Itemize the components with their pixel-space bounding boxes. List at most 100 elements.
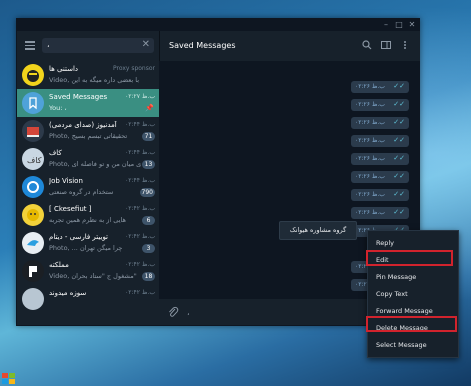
unread-badge: 18 (142, 272, 155, 281)
chat-preview: Photo, ... چرا میگن تهران (49, 244, 123, 252)
chat-item[interactable]: (صدای مردمی) آمدنیوز ب.ظ ۰۲:۴۴ Photo, تح… (17, 117, 159, 145)
chat-header: Saved Messages (159, 31, 420, 61)
read-checkmarks-icon: ✓✓ (393, 172, 405, 180)
chat-preview: Photo, فاصله ای میان من و تو فاصله ای (49, 160, 141, 168)
chat-time: ب.ظ ۰۲:۴۲ (125, 205, 155, 212)
chat-item[interactable]: مملکته ب.ظ ۰۲:۴۲ Video, مشغول ج "ستاد بح… (17, 257, 159, 285)
chat-time: ب.ظ ۰۲:۴۲ (125, 233, 155, 240)
clear-search-icon[interactable]: ✕ (142, 39, 150, 50)
chat-avatar (22, 176, 44, 198)
chat-item[interactable]: سوزه میدوند ب.ظ ۰۲:۴۲ (17, 285, 159, 313)
message-time: ب.ظ ۰۲:۲۶ (355, 191, 385, 198)
close-button[interactable]: ✕ (407, 20, 417, 30)
chat-time: ب.ظ ۰۲:۴۲ (125, 289, 155, 296)
chat-avatar (22, 288, 44, 310)
chat-tooltip: گروه مشاوره هیوانک (279, 221, 357, 240)
chat-preview: Photo, تحقیقاتی تبسم بسیج (49, 132, 128, 140)
message-time: ب.ظ ۰۲:۲۶ (355, 209, 385, 216)
chat-name: توییتر فارسی - دیتام (49, 233, 109, 241)
chat-name: [ Ckesefiut ] (49, 205, 92, 213)
menu-pin-message[interactable]: Pin Message (368, 269, 458, 286)
message-bubble[interactable]: ب.ظ ۰۲:۲۶ ✓✓ (351, 117, 409, 129)
read-checkmarks-icon: ✓✓ (393, 100, 405, 108)
chat-item-saved-messages[interactable]: Saved Messages ب.ظ ۰۲:۲۷ You: ، 📌 (17, 89, 159, 117)
chat-name: مملکته (49, 261, 69, 269)
more-options-icon[interactable] (400, 40, 410, 50)
chat-avatar (22, 120, 44, 142)
chat-item[interactable]: کاف کاف ب.ظ ۰۲:۴۴ Photo, فاصله ای میان م… (17, 145, 159, 173)
chat-time: ب.ظ ۰۲:۲۷ (125, 93, 155, 100)
start-button[interactable] (0, 372, 16, 386)
message-time: ب.ظ ۰۲:۲۶ (355, 173, 385, 180)
chat-list-panel: ، ✕ داستنی ها Proxy sponsor Video, سیبور… (17, 31, 159, 325)
chat-item[interactable]: Job Vision ب.ظ ۰۲:۴۴ ستخدام در گروه صنعت… (17, 173, 159, 201)
chat-time: ب.ظ ۰۲:۴۴ (125, 177, 155, 184)
chat-preview: Video, مشغول ج "ستاد بحران" (49, 272, 137, 280)
edit-highlight-box (366, 250, 453, 266)
read-checkmarks-icon: ✓✓ (393, 136, 405, 144)
chat-preview: هایی از به نظرم همین تجربه (49, 216, 126, 224)
chat-item[interactable]: [ Ckesefiut ] ب.ظ ۰۲:۴۲ هایی از به نظرم … (17, 201, 159, 229)
message-time: ب.ظ ۰۲:۲۶ (355, 83, 385, 90)
chat-avatar (22, 232, 44, 254)
read-checkmarks-icon: ✓✓ (393, 154, 405, 162)
search-icon[interactable] (362, 40, 372, 50)
telegram-window: – □ ✕ ، ✕ داستنی ها Proxy sponsor Video,… (16, 18, 420, 326)
attach-icon[interactable] (167, 306, 179, 321)
unread-badge: 790 (139, 188, 155, 197)
chat-name: Job Vision (49, 177, 83, 185)
chat-name: (صدای مردمی) آمدنیوز (49, 121, 117, 129)
message-bubble[interactable]: ب.ظ ۰۲:۲۶ ✓✓ (351, 171, 409, 183)
delete-highlight-box (366, 316, 457, 332)
chat-item[interactable]: توییتر فارسی - دیتام ب.ظ ۰۲:۴۲ Photo, ..… (17, 229, 159, 257)
search-row: ، ✕ (17, 31, 159, 61)
message-bubble[interactable]: ب.ظ ۰۲:۲۶ ✓✓ (351, 81, 409, 93)
message-bubble[interactable]: ب.ظ ۰۲:۲۶ ✓✓ (351, 189, 409, 201)
read-checkmarks-icon: ✓✓ (393, 82, 405, 90)
message-input[interactable]: ، (187, 308, 190, 317)
chat-avatar (22, 260, 44, 282)
chat-avatar: کاف (22, 148, 44, 170)
message-time: ب.ظ ۰۲:۲۶ (355, 137, 385, 144)
bookmark-avatar-icon (22, 92, 44, 114)
chat-time: ب.ظ ۰۲:۴۲ (125, 261, 155, 268)
chat-preview: Video, سیبورد با بعضی داره میگه به این (49, 76, 141, 84)
chat-preview: ستخدام در گروه صنعتی (49, 188, 114, 196)
menu-copy-text[interactable]: Copy Text (368, 286, 458, 303)
message-bubble[interactable]: ب.ظ ۰۲:۲۶ ✓✓ (351, 99, 409, 111)
chat-name: Saved Messages (49, 93, 108, 101)
sidebar-toggle-icon[interactable] (381, 40, 391, 50)
chat-avatar (22, 64, 44, 86)
title-bar: – □ ✕ (17, 19, 419, 31)
pin-icon: 📌 (145, 104, 154, 112)
chat-title: Saved Messages (169, 41, 236, 50)
read-checkmarks-icon: ✓✓ (393, 190, 405, 198)
chat-name: سوزه میدوند (49, 289, 87, 297)
message-bubble[interactable]: ب.ظ ۰۲:۲۶ ✓✓ (351, 153, 409, 165)
menu-icon[interactable] (25, 41, 35, 50)
message-time: ب.ظ ۰۲:۲۶ (355, 119, 385, 126)
chat-avatar (22, 204, 44, 226)
svg-text:کاف: کاف (27, 156, 42, 165)
chat-name: داستنی ها (49, 65, 79, 73)
message-time: ب.ظ ۰۲:۲۶ (355, 101, 385, 108)
unread-badge: 6 (142, 216, 155, 225)
read-checkmarks-icon: ✓✓ (393, 118, 405, 126)
chat-preview: You: ، (49, 104, 67, 112)
search-input[interactable]: ، ✕ (42, 38, 154, 53)
search-value: ، (47, 40, 50, 49)
unread-badge: 3 (142, 244, 155, 253)
chat-time: Proxy sponsor (112, 65, 155, 72)
chat-time: ب.ظ ۰۲:۴۴ (125, 121, 155, 128)
menu-select-message[interactable]: Select Message (368, 337, 458, 354)
message-bubble[interactable]: ب.ظ ۰۲:۲۶ ✓✓ (351, 207, 409, 219)
message-bubble[interactable]: ب.ظ ۰۲:۲۶ ✓✓ (351, 135, 409, 147)
chat-time: ب.ظ ۰۲:۴۴ (125, 149, 155, 156)
minimize-button[interactable]: – (381, 20, 391, 30)
read-checkmarks-icon: ✓✓ (393, 208, 405, 216)
chat-item[interactable]: داستنی ها Proxy sponsor Video, سیبورد با… (17, 61, 159, 89)
unread-badge: 71 (142, 132, 155, 141)
chat-name: کاف (49, 149, 62, 157)
unread-badge: 13 (142, 160, 155, 169)
maximize-button[interactable]: □ (394, 20, 404, 30)
